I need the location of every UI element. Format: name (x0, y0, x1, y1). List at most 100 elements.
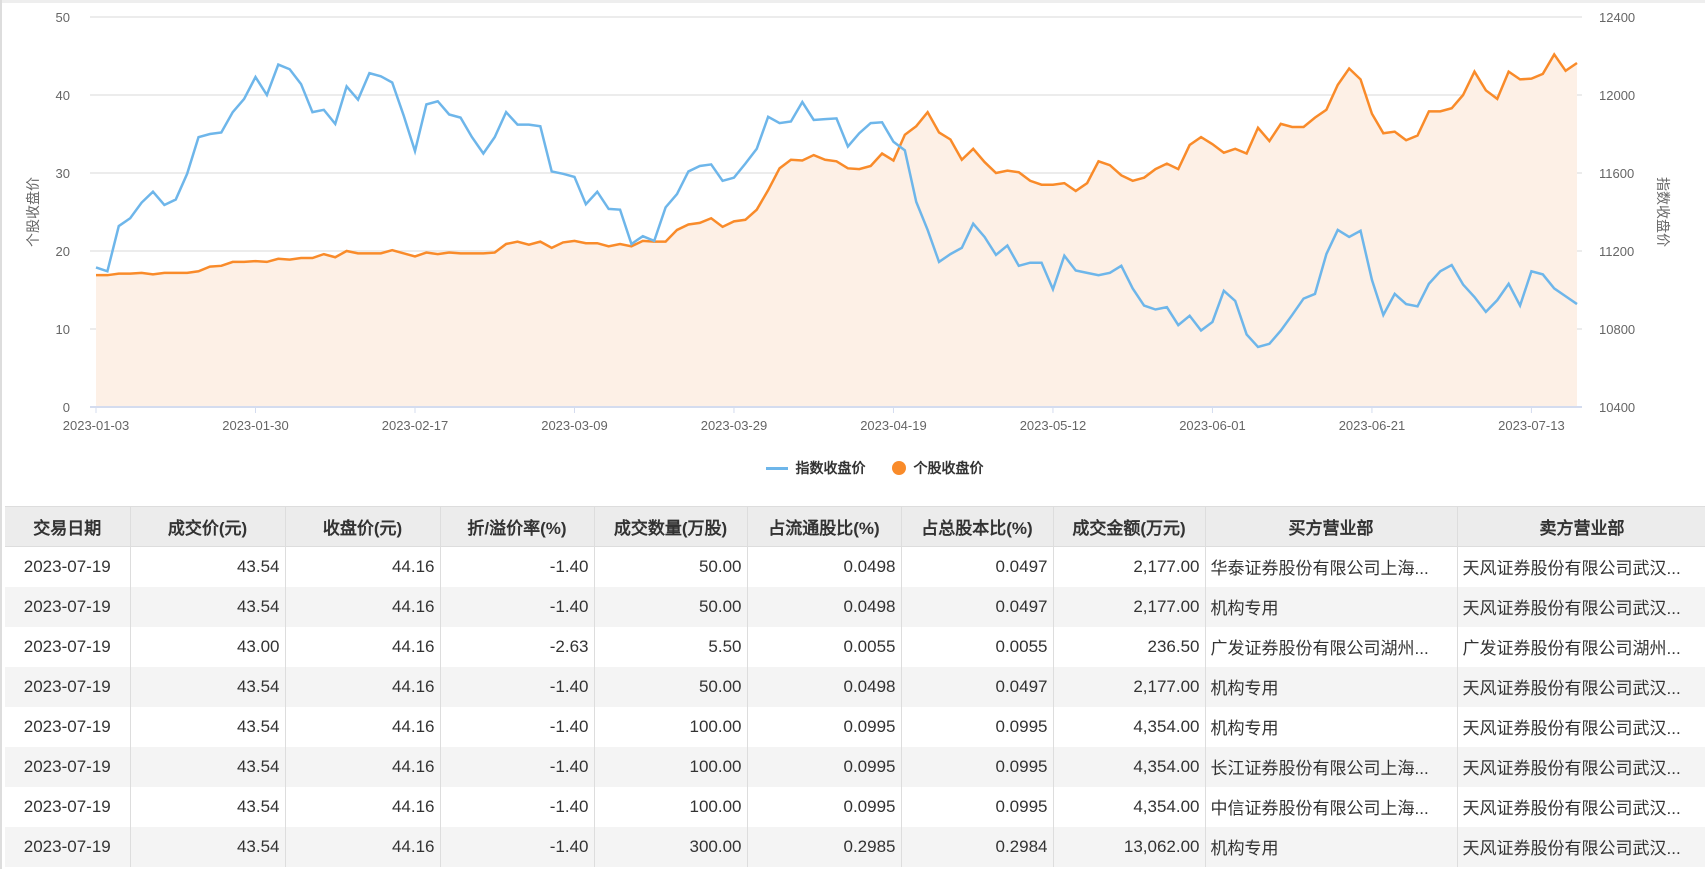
table-cell: 44.16 (285, 746, 441, 787)
table-cell: 50.00 (594, 666, 748, 707)
left-tick-label: 40 (56, 88, 70, 103)
table-row: 2023-07-19 43.54 44.16 -1.40 100.00 0.0995 0.0… (5, 706, 1705, 747)
table-cell: 100.00 (594, 706, 748, 747)
table-cell: 长江证券股份有限公司上海... (1205, 746, 1458, 787)
table-cell: 0.0055 (747, 626, 902, 667)
table-row: 2023-07-19 43.54 44.16 -1.40 100.00 0.0995 0.0… (5, 746, 1705, 787)
x-tick-label: 2023-03-09 (541, 418, 608, 433)
table-row: 2023-07-19 43.54 44.16 -1.40 300.00 0.2985 0.2… (5, 826, 1705, 867)
column-header[interactable]: 占流通股比(%) (747, 506, 902, 547)
table-cell: 机构专用 (1205, 706, 1458, 747)
table-cell: 2023-07-19 (5, 586, 131, 627)
x-tick-label: 2023-03-29 (701, 418, 768, 433)
table-cell: -1.40 (440, 546, 595, 587)
left-tick-label: 0 (63, 400, 70, 415)
table-cell: 0.0995 (901, 746, 1054, 787)
table-cell: 44.16 (285, 626, 441, 667)
table-cell: 43.54 (130, 826, 286, 867)
column-header[interactable]: 成交金额(万元) (1053, 506, 1206, 547)
right-tick-label: 10800 (1599, 322, 1635, 337)
stock-area (96, 54, 1577, 407)
table-cell: -1.40 (440, 746, 595, 787)
column-header[interactable]: 卖方营业部 (1457, 506, 1705, 547)
column-header[interactable]: 折/溢价率(%) (440, 506, 595, 547)
column-header[interactable]: 收盘价(元) (285, 506, 441, 547)
x-tick-label: 2023-06-21 (1339, 418, 1406, 433)
table-cell: 300.00 (594, 826, 748, 867)
x-tick-label: 2023-06-01 (1179, 418, 1246, 433)
table-cell: 0.0497 (901, 666, 1054, 707)
table-cell: 2023-07-19 (5, 626, 131, 667)
table-cell: -1.40 (440, 666, 595, 707)
table-cell: 0.0995 (747, 706, 902, 747)
right-tick-label: 12000 (1599, 88, 1635, 103)
table-cell: 0.0498 (747, 666, 902, 707)
table-cell: -1.40 (440, 586, 595, 627)
table-cell: 44.16 (285, 706, 441, 747)
table-cell: 44.16 (285, 826, 441, 867)
left-tick-label: 10 (56, 322, 70, 337)
chart-legend: 指数收盘价 个股收盘价 (2, 457, 1705, 479)
table-cell: 100.00 (594, 746, 748, 787)
table-cell: 43.54 (130, 786, 286, 827)
table-cell: -1.40 (440, 826, 595, 867)
table-cell: 4,354.00 (1053, 786, 1206, 827)
table-cell: 天风证券股份有限公司武汉... (1457, 666, 1705, 707)
table-cell: 44.16 (285, 586, 441, 627)
table-cell: 中信证券股份有限公司上海... (1205, 786, 1458, 827)
table-cell: 43.54 (130, 586, 286, 627)
table-cell: 广发证券股份有限公司湖州... (1457, 626, 1705, 667)
table-cell: 43.54 (130, 546, 286, 587)
table-cell: 2023-07-19 (5, 706, 131, 747)
table-cell: 44.16 (285, 546, 441, 587)
right-axis-label: 指数收盘价 (1655, 177, 1671, 247)
table-cell: 天风证券股份有限公司武汉... (1457, 586, 1705, 627)
table-cell: 2,177.00 (1053, 586, 1206, 627)
column-header[interactable]: 成交价(元) (130, 506, 286, 547)
price-chart: 0 10 20 30 40 50 10400 10800 11200 11600 12000 1240… (25, 10, 1671, 433)
x-tick-label: 2023-07-13 (1498, 418, 1565, 433)
table-cell: 4,354.00 (1053, 746, 1206, 787)
left-axis-label: 个股收盘价 (25, 177, 41, 247)
table-cell: 236.50 (1053, 626, 1206, 667)
table-cell: 2023-07-19 (5, 746, 131, 787)
table-cell: 4,354.00 (1053, 706, 1206, 747)
table-cell: 13,062.00 (1053, 826, 1206, 867)
x-tick-label: 2023-01-03 (63, 418, 130, 433)
table-cell: 广发证券股份有限公司湖州... (1205, 626, 1458, 667)
table-header: 交易日期 成交价(元) 收盘价(元) 折/溢价率(%) 成交数量(万股) 占流通股比(%)… (5, 506, 1705, 547)
table-cell: 43.54 (130, 666, 286, 707)
table-row: 2023-07-19 43.54 44.16 -1.40 50.00 0.0498 0.04… (5, 546, 1705, 587)
block-trade-table: 交易日期 成交价(元) 收盘价(元) 折/溢价率(%) 成交数量(万股) 占流通股比(%)… (5, 506, 1705, 867)
column-header[interactable]: 买方营业部 (1205, 506, 1458, 547)
legend-item-stock[interactable]: 个股收盘价 (891, 458, 984, 478)
right-tick-label: 10400 (1599, 400, 1635, 415)
table-cell: 43.54 (130, 746, 286, 787)
right-tick-label: 11200 (1599, 244, 1634, 259)
table-cell: 华泰证券股份有限公司上海... (1205, 546, 1458, 587)
right-tick-label: 11600 (1599, 166, 1634, 181)
table-row: 2023-07-19 43.54 44.16 -1.40 100.00 0.0995 0.0… (5, 786, 1705, 827)
column-header[interactable]: 交易日期 (5, 506, 131, 547)
table-cell: 机构专用 (1205, 826, 1458, 867)
line-swatch-icon (765, 466, 788, 470)
table-cell: 2023-07-19 (5, 826, 131, 867)
table-cell: 2023-07-19 (5, 786, 131, 827)
table-cell: 天风证券股份有限公司武汉... (1457, 706, 1705, 747)
column-header[interactable]: 成交数量(万股) (594, 506, 748, 547)
table-cell: 0.0995 (747, 786, 902, 827)
table-cell: 机构专用 (1205, 586, 1458, 627)
table-cell: 机构专用 (1205, 666, 1458, 707)
table-row: 2023-07-19 43.54 44.16 -1.40 50.00 0.0498 0.04… (5, 666, 1705, 707)
table-cell: 0.0055 (901, 626, 1054, 667)
table-cell: 50.00 (594, 546, 748, 587)
table-cell: 天风证券股份有限公司武汉... (1457, 546, 1705, 587)
table-cell: 2,177.00 (1053, 666, 1206, 707)
table-cell: 0.0497 (901, 586, 1054, 627)
table-cell: -1.40 (440, 786, 595, 827)
x-tick-label: 2023-04-19 (860, 418, 927, 433)
table-cell: -2.63 (440, 626, 595, 667)
legend-item-index[interactable]: 指数收盘价 (765, 458, 866, 478)
x-tick-label: 2023-01-30 (222, 418, 289, 433)
column-header[interactable]: 占总股本比(%) (901, 506, 1054, 547)
